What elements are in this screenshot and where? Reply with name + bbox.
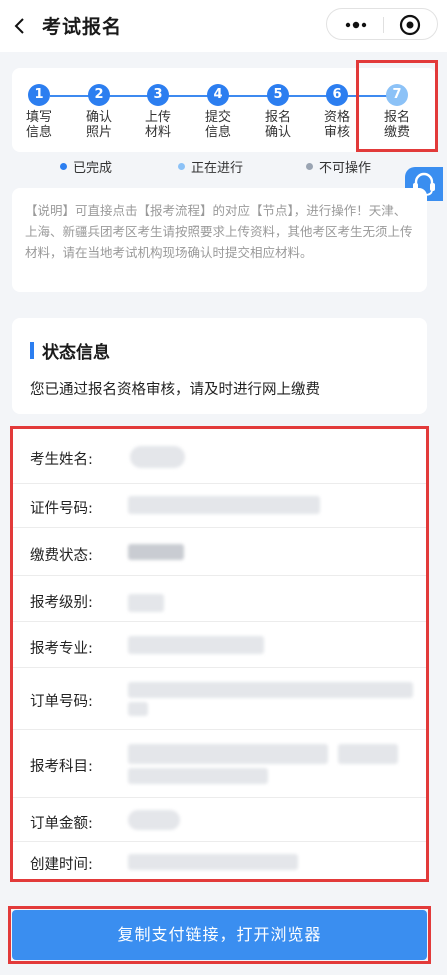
step-label: 资格 审核 [323,110,350,140]
step-6[interactable]: 6 资格 审核 [312,84,362,140]
nav-bar: 考试报名 [0,0,447,52]
step-label: 提交 信息 [204,110,231,140]
legend-current: 正在进行 [178,157,243,176]
step-label: 上传 材料 [144,110,171,140]
status-message: 您已通过报名资格审核，请及时进行网上缴费 [30,382,320,398]
step-5[interactable]: 5 报名 确认 [253,84,303,140]
step-1[interactable]: 1 填写 信息 [14,84,64,140]
step-number: 6 [326,84,348,106]
steps-legend: 已完成 正在进行 不可操作 [0,157,447,177]
step-2[interactable]: 2 确认 照片 [74,84,124,140]
highlight-annotation-step-7 [356,60,438,152]
status-title: 状态信息 [42,343,110,363]
capsule-divider [383,17,384,33]
step-number: 7 [386,84,408,106]
step-4[interactable]: 4 提交 信息 [193,84,243,140]
legend-disabled: 不可操作 [306,157,371,176]
step-number: 1 [28,84,50,106]
legend-dot-disabled [306,163,313,170]
legend-dot-done [60,163,67,170]
close-mini-program-icon[interactable] [399,14,421,36]
status-card: 状态信息 您已通过报名资格审核，请及时进行网上缴费 [12,318,427,414]
step-label: 报名 确认 [264,110,291,140]
section-accent-bar [30,342,34,359]
step-3[interactable]: 3 上传 材料 [133,84,183,140]
legend-done: 已完成 [60,157,112,176]
step-number: 4 [207,84,229,106]
back-arrow-icon[interactable] [10,16,30,36]
page-title: 考试报名 [42,16,123,38]
notice-text: 【说明】可直接点击【报考流程】的对应【节点】，进行操作！天津、上海、新疆兵团考区… [12,188,427,292]
step-number: 5 [267,84,289,106]
more-dots-icon[interactable] [343,17,369,33]
highlight-annotation-info-table [10,426,429,882]
step-label: 填写 信息 [25,110,52,140]
step-number: 2 [88,84,110,106]
highlight-annotation-button [8,906,431,964]
mini-program-capsule [326,8,438,40]
legend-dot-current [178,163,185,170]
step-number: 3 [147,84,169,106]
step-label: 确认 照片 [85,110,112,140]
